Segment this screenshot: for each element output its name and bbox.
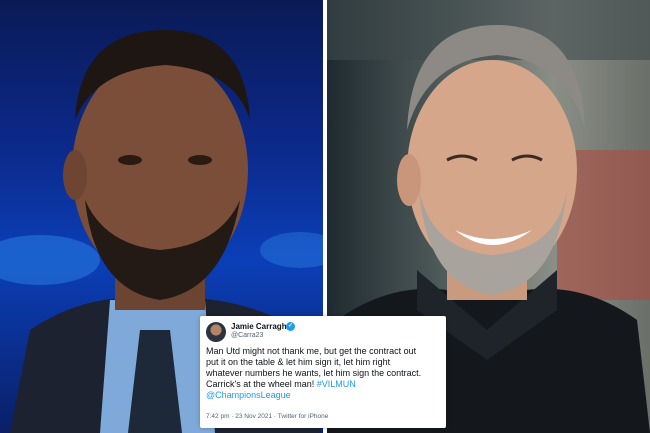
- tweet-line: Carrick's at the wheel man!: [206, 379, 315, 389]
- tweet-line: whatever numbers he wants, let him sign …: [206, 368, 422, 378]
- author-avatar: [206, 322, 226, 342]
- tweet-line: put it on the table & let him sign it, l…: [206, 357, 391, 367]
- tweet-timestamp: 7:42 pm · 23 Nov 2021 · Twitter for iPho…: [206, 413, 329, 420]
- verified-badge-icon: ✓: [286, 322, 295, 331]
- hashtag-link[interactable]: #VILMUN: [317, 379, 356, 389]
- tweet-author-handle: @Carra23: [231, 332, 264, 339]
- tweet-line-with-hashtag: Carrick's at the wheel man! #VILMUN: [206, 379, 442, 390]
- composite-image: Jamie Carragher ✓ @Carra23 Man Utd might…: [0, 0, 650, 433]
- mention-link[interactable]: @ChampionsLeague: [206, 390, 442, 401]
- tweet-author-name: Jamie Carragher: [231, 322, 295, 331]
- tweet-text: Man Utd might not thank me, but get the …: [206, 346, 442, 401]
- tweet-card: Jamie Carragher ✓ @Carra23 Man Utd might…: [200, 316, 446, 428]
- tweet-line: Man Utd might not thank me, but get the …: [206, 346, 417, 356]
